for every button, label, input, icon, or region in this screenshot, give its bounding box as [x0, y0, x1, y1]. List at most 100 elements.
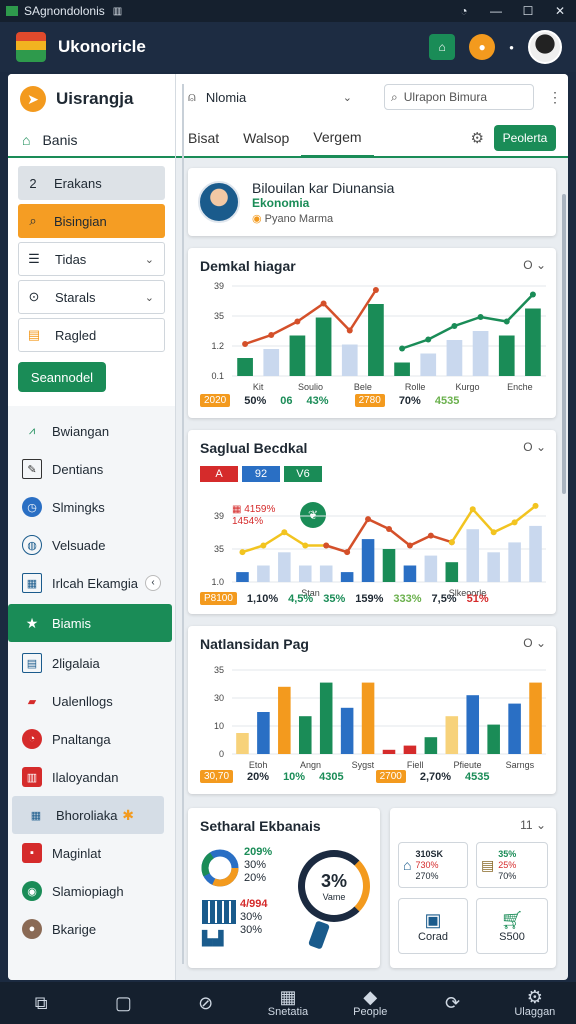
stat-value: 30%	[244, 859, 267, 871]
sidebar-action-button[interactable]: Seannodel	[18, 362, 106, 392]
bar	[529, 682, 542, 754]
data-point	[260, 542, 267, 549]
taskbar-item-copy[interactable]: ⧉	[11, 994, 71, 1012]
user-outline-icon: ⍝	[188, 89, 196, 104]
data-point	[323, 542, 330, 549]
legend-chip[interactable]: 92	[242, 466, 280, 482]
tile[interactable]: ▤ 35% 25% 70%	[476, 842, 548, 888]
taskbar-item-ulaggan[interactable]: ⚙ Ulaggan	[505, 988, 565, 1018]
help-icon[interactable]: ◔	[448, 0, 480, 22]
user-avatar[interactable]	[528, 30, 562, 64]
sidebar-home[interactable]: ⌂ Banis	[8, 124, 175, 158]
sidebar-list-item[interactable]: ◷ Slmingks	[8, 488, 175, 526]
brand-icon: ➤	[20, 86, 46, 112]
sidebar-list-item[interactable]: ▪ Maginlat	[8, 834, 175, 872]
y-tick-label: 35	[214, 544, 224, 554]
sidebar-list-item-active[interactable]: ★ Biamis	[8, 604, 172, 642]
sidebar-list-item[interactable]: ▰ Ualenllogs	[8, 682, 175, 720]
sidebar-list-item[interactable]: ✎ Dentians	[8, 450, 175, 488]
data-point	[425, 336, 432, 343]
tile-corad[interactable]: ▣ Corad	[398, 898, 468, 954]
back-circle-icon: ⊘	[198, 993, 214, 1013]
peolerta-button[interactable]: Peolerta	[494, 125, 556, 151]
y-tick-label: 10	[214, 721, 224, 731]
scrollbar[interactable]	[562, 194, 566, 494]
sidebar-list-label: Dentians	[52, 461, 104, 477]
sidebar-item-tidas[interactable]: ☰ Tidas ⌄	[18, 242, 165, 276]
search-input[interactable]: ⌕ Ulrapon Bimura	[384, 84, 534, 110]
stat-value: 4/994	[240, 898, 268, 910]
profile-card: Bilouilan kar Diunansia Ekonomia ◉ Pyano…	[188, 168, 556, 236]
view-select[interactable]: ⍝ Nlomia ⌄	[188, 82, 356, 112]
sidebar-list: ⩘ Bwiangan ✎ Dentians ◷ Slmingks ◍ Velsuade …	[8, 406, 175, 948]
data-point	[399, 345, 406, 352]
legend-chip[interactable]: A	[200, 466, 238, 482]
sidebar-item-bisingian[interactable]: ⌕ Bisingian	[18, 204, 165, 238]
taskbar-item-back[interactable]: ⊘	[176, 994, 236, 1012]
list-icon: ☰	[28, 251, 40, 266]
doc-icon: ▤	[22, 653, 42, 673]
sidebar-list-item[interactable]: ▥ Ilaloyandan	[8, 758, 175, 796]
taskbar-item-people[interactable]: ◆ People	[340, 988, 400, 1018]
close-button[interactable]: ✕	[544, 0, 576, 22]
sidebar-list-label: Bwiangan	[52, 423, 110, 439]
card-options[interactable]: O ⌄	[523, 636, 546, 650]
x-tick-label: Fiell	[407, 760, 424, 770]
home-notification-icon[interactable]: ⌂	[429, 34, 456, 60]
tab-vergem[interactable]: Vergem	[301, 119, 374, 157]
bar	[529, 525, 542, 582]
bar	[487, 724, 500, 754]
card-options[interactable]: O ⌄	[523, 258, 546, 272]
x-tick-label: Sygst	[352, 760, 375, 770]
sidebar-item-erakans[interactable]: 2 Erakans	[18, 166, 165, 200]
collapse-icon[interactable]: ‹	[145, 575, 161, 591]
bar	[368, 304, 384, 376]
target-icon: ◉	[22, 881, 42, 901]
sidebar-list-item[interactable]: ▦ Irlcah Ekamgia ‹	[8, 564, 175, 602]
stat-value: 51%	[466, 592, 489, 605]
sidebar-list-item[interactable]: ◔ Pnaltanga	[8, 720, 175, 758]
stat-value: 30%	[240, 924, 263, 936]
alert-icon[interactable]: ●	[469, 34, 496, 60]
sidebar-list-item[interactable]: ◉ Slamiopiagh	[8, 872, 175, 910]
taskbar-item-window[interactable]: ▢	[93, 994, 153, 1012]
maximize-button[interactable]: ☐	[512, 0, 544, 22]
donut-chart	[201, 849, 239, 887]
sidebar-list-item-selected[interactable]: ▦ Bhoroliaka ✱	[12, 796, 164, 834]
bar	[257, 712, 270, 754]
sidebar-list-label: Pnaltanga	[52, 731, 111, 747]
tile-s500[interactable]: 🛒︎ S500	[476, 898, 548, 954]
tab-bisat[interactable]: Bisat	[176, 119, 231, 157]
card-options[interactable]: 11 ⌄	[520, 818, 546, 832]
x-tick-label: Soulio	[298, 382, 323, 392]
y-tick-label: 35	[214, 311, 224, 321]
dropdown-chevron-icon[interactable]: ●	[509, 43, 514, 52]
y-tick-label: 0	[219, 749, 224, 759]
chart-card-1: Demkal hiagar O ⌄ 39 35 1.2 0.1 Kit Soulio Bel…	[188, 248, 556, 418]
more-options-icon[interactable]: ⋮	[548, 89, 562, 106]
minimize-button[interactable]: —	[480, 0, 512, 22]
bar	[263, 349, 280, 376]
sidebar-list-item[interactable]: ▤ 2ligalaia	[8, 644, 175, 682]
settings-gear-icon[interactable]: ⚙	[471, 129, 484, 147]
sidebar-list-item[interactable]: ◍ Velsuade	[8, 526, 175, 564]
sidebar-list-label: Slamiopiagh	[52, 883, 124, 899]
sidebar-list-label: Ualenllogs	[52, 693, 113, 709]
tab-walsop[interactable]: Walsop	[231, 119, 301, 157]
y-tick-label: 39	[214, 281, 224, 291]
taskbar-item-snetatia[interactable]: ▦ Snetatia	[258, 988, 318, 1018]
data-point	[365, 516, 372, 523]
tile[interactable]: ⌂ 310SK 730% 270%	[398, 842, 468, 888]
bar	[466, 529, 480, 582]
sidebar-list-label: Maginlat	[52, 845, 102, 861]
profile-avatar	[198, 181, 240, 223]
sidebar-item-starals[interactable]: ⊙ Starals ⌄	[18, 280, 165, 314]
chevron-down-icon: ⌄	[342, 91, 352, 104]
legend-chip[interactable]: V6	[284, 466, 322, 482]
bar	[236, 572, 249, 582]
card-options[interactable]: O ⌄	[523, 440, 546, 454]
sidebar-item-ragled[interactable]: ▤ Ragled	[18, 318, 165, 352]
sidebar-list-item[interactable]: ⩘ Bwiangan	[8, 412, 175, 450]
taskbar-item-sync[interactable]: ⟳	[423, 994, 483, 1012]
sidebar-list-item[interactable]: ● Bkarige	[8, 910, 175, 948]
